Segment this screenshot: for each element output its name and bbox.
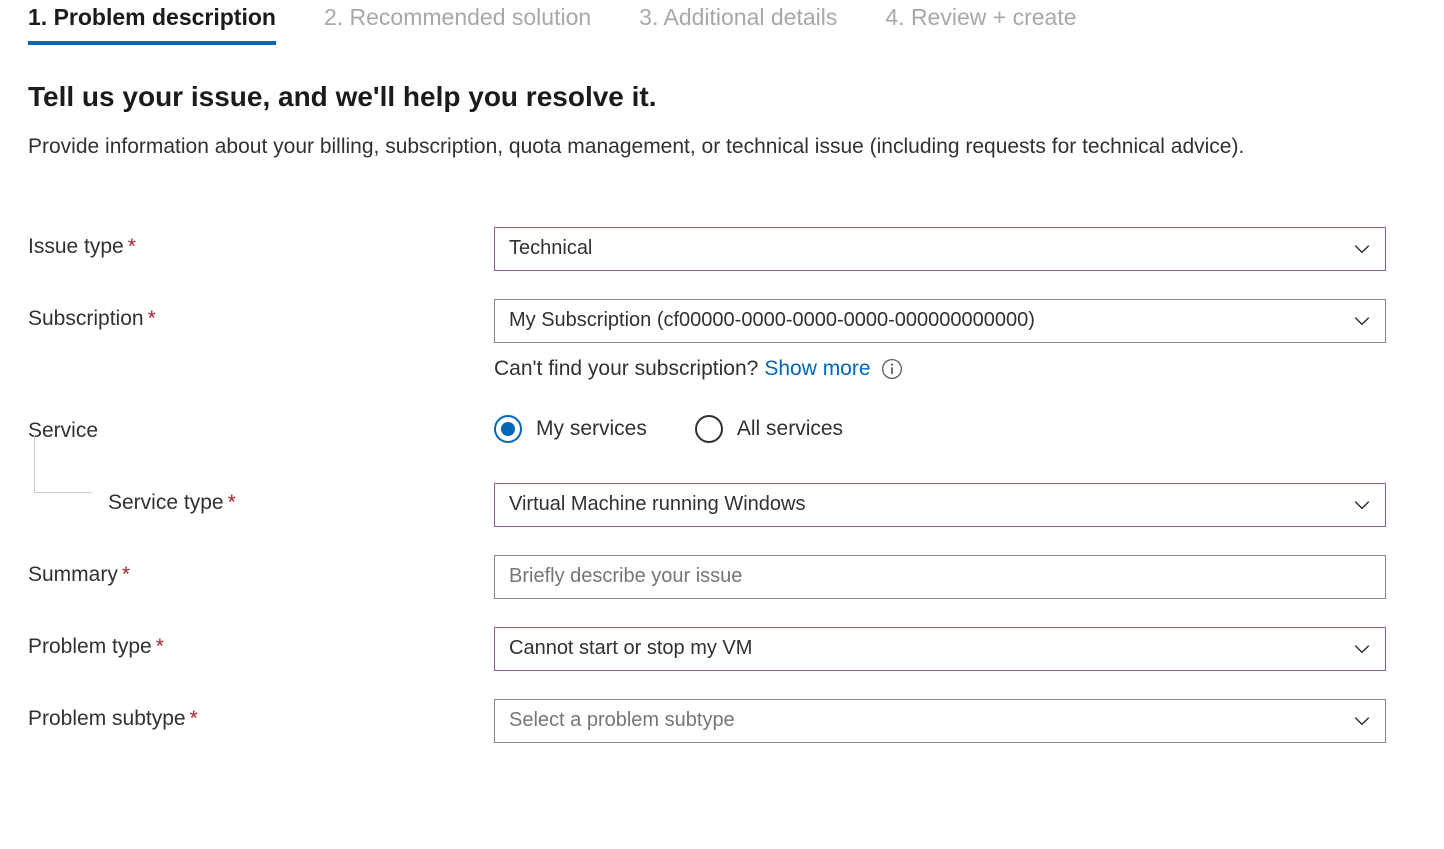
chevron-down-icon (1353, 496, 1371, 514)
tab-review-create[interactable]: 4. Review + create (885, 4, 1076, 45)
problem-type-select[interactable]: Cannot start or stop my VM (494, 627, 1386, 671)
problem-subtype-label: Problem subtype* (28, 699, 494, 731)
wizard-tabs: 1. Problem description 2. Recommended so… (28, 4, 1416, 45)
service-type-select[interactable]: Virtual Machine running Windows (494, 483, 1386, 527)
radio-my-services[interactable]: My services (494, 415, 647, 443)
show-more-link[interactable]: Show more (764, 357, 870, 381)
tree-connector-icon (34, 435, 92, 493)
service-radio-group: My services All services (494, 411, 1386, 443)
issue-type-select[interactable]: Technical (494, 227, 1386, 271)
subscription-hint-text: Can't find your subscription? (494, 357, 758, 381)
required-marker: * (190, 707, 198, 730)
subscription-label: Subscription* (28, 299, 494, 331)
page-description: Provide information about your billing, … (28, 131, 1388, 163)
tab-problem-description[interactable]: 1. Problem description (28, 4, 276, 45)
tab-additional-details[interactable]: 3. Additional details (639, 4, 837, 45)
info-icon[interactable] (881, 358, 903, 380)
summary-label: Summary* (28, 555, 494, 587)
service-type-label: Service type* (28, 483, 494, 515)
chevron-down-icon (1353, 640, 1371, 658)
radio-all-services-label: All services (737, 417, 843, 441)
tab-recommended-solution[interactable]: 2. Recommended solution (324, 4, 591, 45)
radio-circle-icon (695, 415, 723, 443)
chevron-down-icon (1353, 240, 1371, 258)
chevron-down-icon (1353, 312, 1371, 330)
problem-subtype-select[interactable]: Select a problem subtype (494, 699, 1386, 743)
problem-type-label: Problem type* (28, 627, 494, 659)
radio-my-services-label: My services (536, 417, 647, 441)
page-title: Tell us your issue, and we'll help you r… (28, 81, 1416, 113)
required-marker: * (156, 635, 164, 658)
chevron-down-icon (1353, 712, 1371, 730)
issue-type-label: Issue type* (28, 227, 494, 259)
required-marker: * (128, 235, 136, 258)
subscription-select[interactable]: My Subscription (cf00000-0000-0000-0000-… (494, 299, 1386, 343)
summary-input[interactable] (494, 555, 1386, 599)
radio-circle-icon (494, 415, 522, 443)
radio-all-services[interactable]: All services (695, 415, 843, 443)
required-marker: * (122, 563, 130, 586)
service-label: Service (28, 411, 494, 443)
required-marker: * (148, 307, 156, 330)
subscription-hint: Can't find your subscription? Show more (28, 357, 1416, 381)
required-marker: * (228, 491, 236, 514)
